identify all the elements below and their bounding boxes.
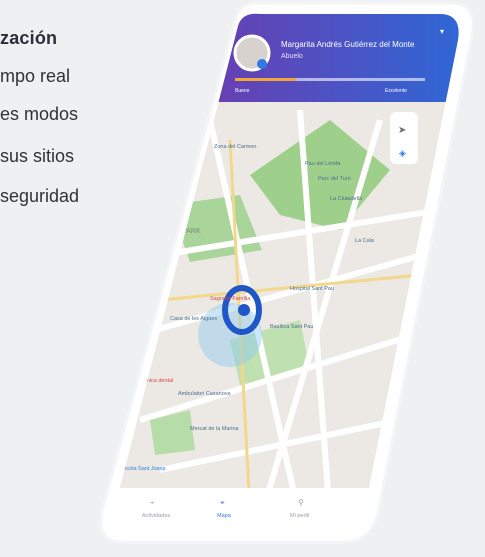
nav-item-mapa[interactable]: Mapa [217,513,232,519]
place-label: Basílica Sant Pau [270,324,313,330]
place-label: Hospital Sant Pau [290,286,334,292]
nav-item-perfil[interactable]: Mi perfil [290,513,309,519]
progress-label-right: Excelente [385,88,407,94]
place-label: Sagrada Família [210,296,251,302]
place-label: Pau del Lérida [305,161,341,167]
place-label: Mercat de la Marina [190,426,240,432]
place-label: Zona del Carmen [214,144,257,150]
map-pin-icon[interactable]: ⌖ [220,498,225,507]
place-label: Escola Sant Josep [120,466,166,472]
place-label: Casa de les Aigües [170,316,217,322]
activity-icon[interactable]: ⌁ [150,498,155,507]
navigation-icon[interactable]: ➤ [398,125,406,136]
nav-item-actividades[interactable]: Actividades [142,513,170,519]
status-dot-icon [257,59,267,69]
location-halo [198,303,262,367]
chevron-down-icon[interactable]: ▾ [440,27,444,36]
progress-fill [235,78,296,81]
location-dot-icon [238,304,250,316]
phone-illustration: Margarita Andrés Gutiérrez del Monte Abu… [99,1,480,544]
progress-label-left: Bueno [235,88,250,94]
layers-icon[interactable]: ◈ [399,149,406,159]
profile-subtitle: Abuelo [281,53,303,60]
phone-mockup: Margarita Andrés Gutiérrez del Monte Abu… [0,0,485,552]
place-label: Parc del Turó [318,176,351,182]
profile-name: Margarita Andrés Gutiérrez del Monte [281,40,415,49]
place-label: Ambulatori Casanova [178,391,232,397]
place-label: La Cala [355,238,375,244]
profile-header[interactable]: Margarita Andrés Gutiérrez del Monte Abu… [200,10,480,102]
profile-icon[interactable]: ⚲ [298,498,304,507]
place-label: La Ciutadella [330,196,363,202]
